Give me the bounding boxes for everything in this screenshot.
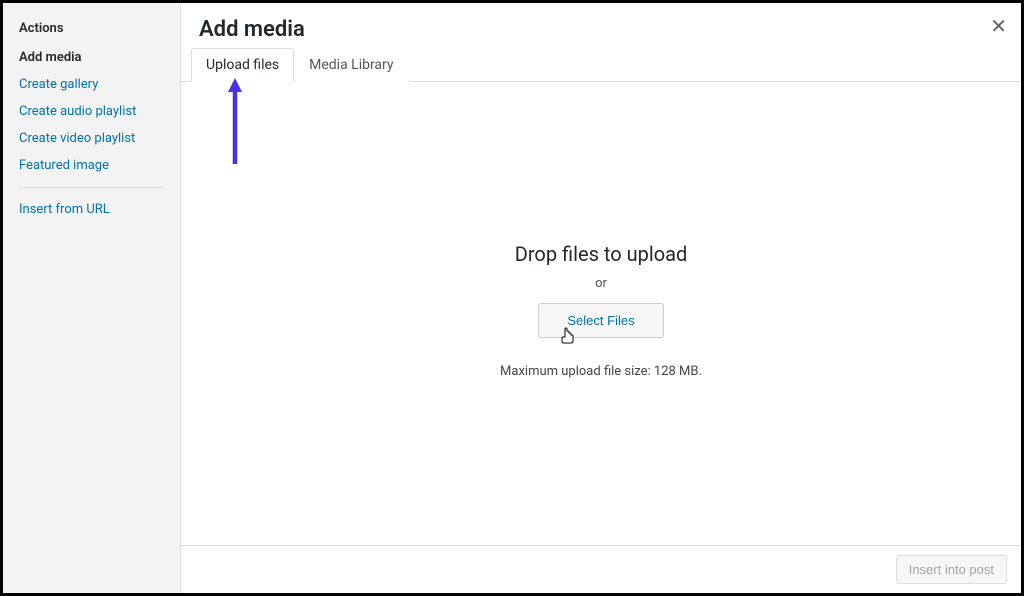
sidebar-item-add-media[interactable]: Add media bbox=[19, 50, 164, 65]
sidebar-item-insert-from-url[interactable]: Insert from URL bbox=[19, 202, 164, 217]
modal-header: Add media ✕ bbox=[181, 3, 1021, 48]
or-text: or bbox=[595, 276, 607, 291]
upload-dropzone[interactable]: Drop files to upload or Select Files Max… bbox=[181, 75, 1021, 545]
sidebar-item-featured-image[interactable]: Featured image bbox=[19, 158, 164, 173]
insert-into-post-button[interactable]: Insert into post bbox=[896, 555, 1007, 584]
sidebar-title: Actions bbox=[19, 21, 164, 36]
select-files-button[interactable]: Select Files bbox=[538, 303, 663, 338]
main-panel: Add media ✕ Upload files Media Library D… bbox=[181, 3, 1021, 593]
sidebar-item-create-gallery[interactable]: Create gallery bbox=[19, 77, 164, 92]
sidebar-item-create-audio-playlist[interactable]: Create audio playlist bbox=[19, 104, 164, 119]
sidebar: Actions Add media Create gallery Create … bbox=[3, 3, 181, 593]
modal-footer: Insert into post bbox=[181, 545, 1021, 593]
max-upload-size-text: Maximum upload file size: 128 MB. bbox=[500, 364, 702, 379]
drop-files-text: Drop files to upload bbox=[515, 242, 688, 266]
modal-title: Add media bbox=[199, 17, 1003, 42]
sidebar-divider bbox=[19, 187, 164, 188]
close-icon[interactable]: ✕ bbox=[990, 17, 1007, 37]
sidebar-item-create-video-playlist[interactable]: Create video playlist bbox=[19, 131, 164, 146]
